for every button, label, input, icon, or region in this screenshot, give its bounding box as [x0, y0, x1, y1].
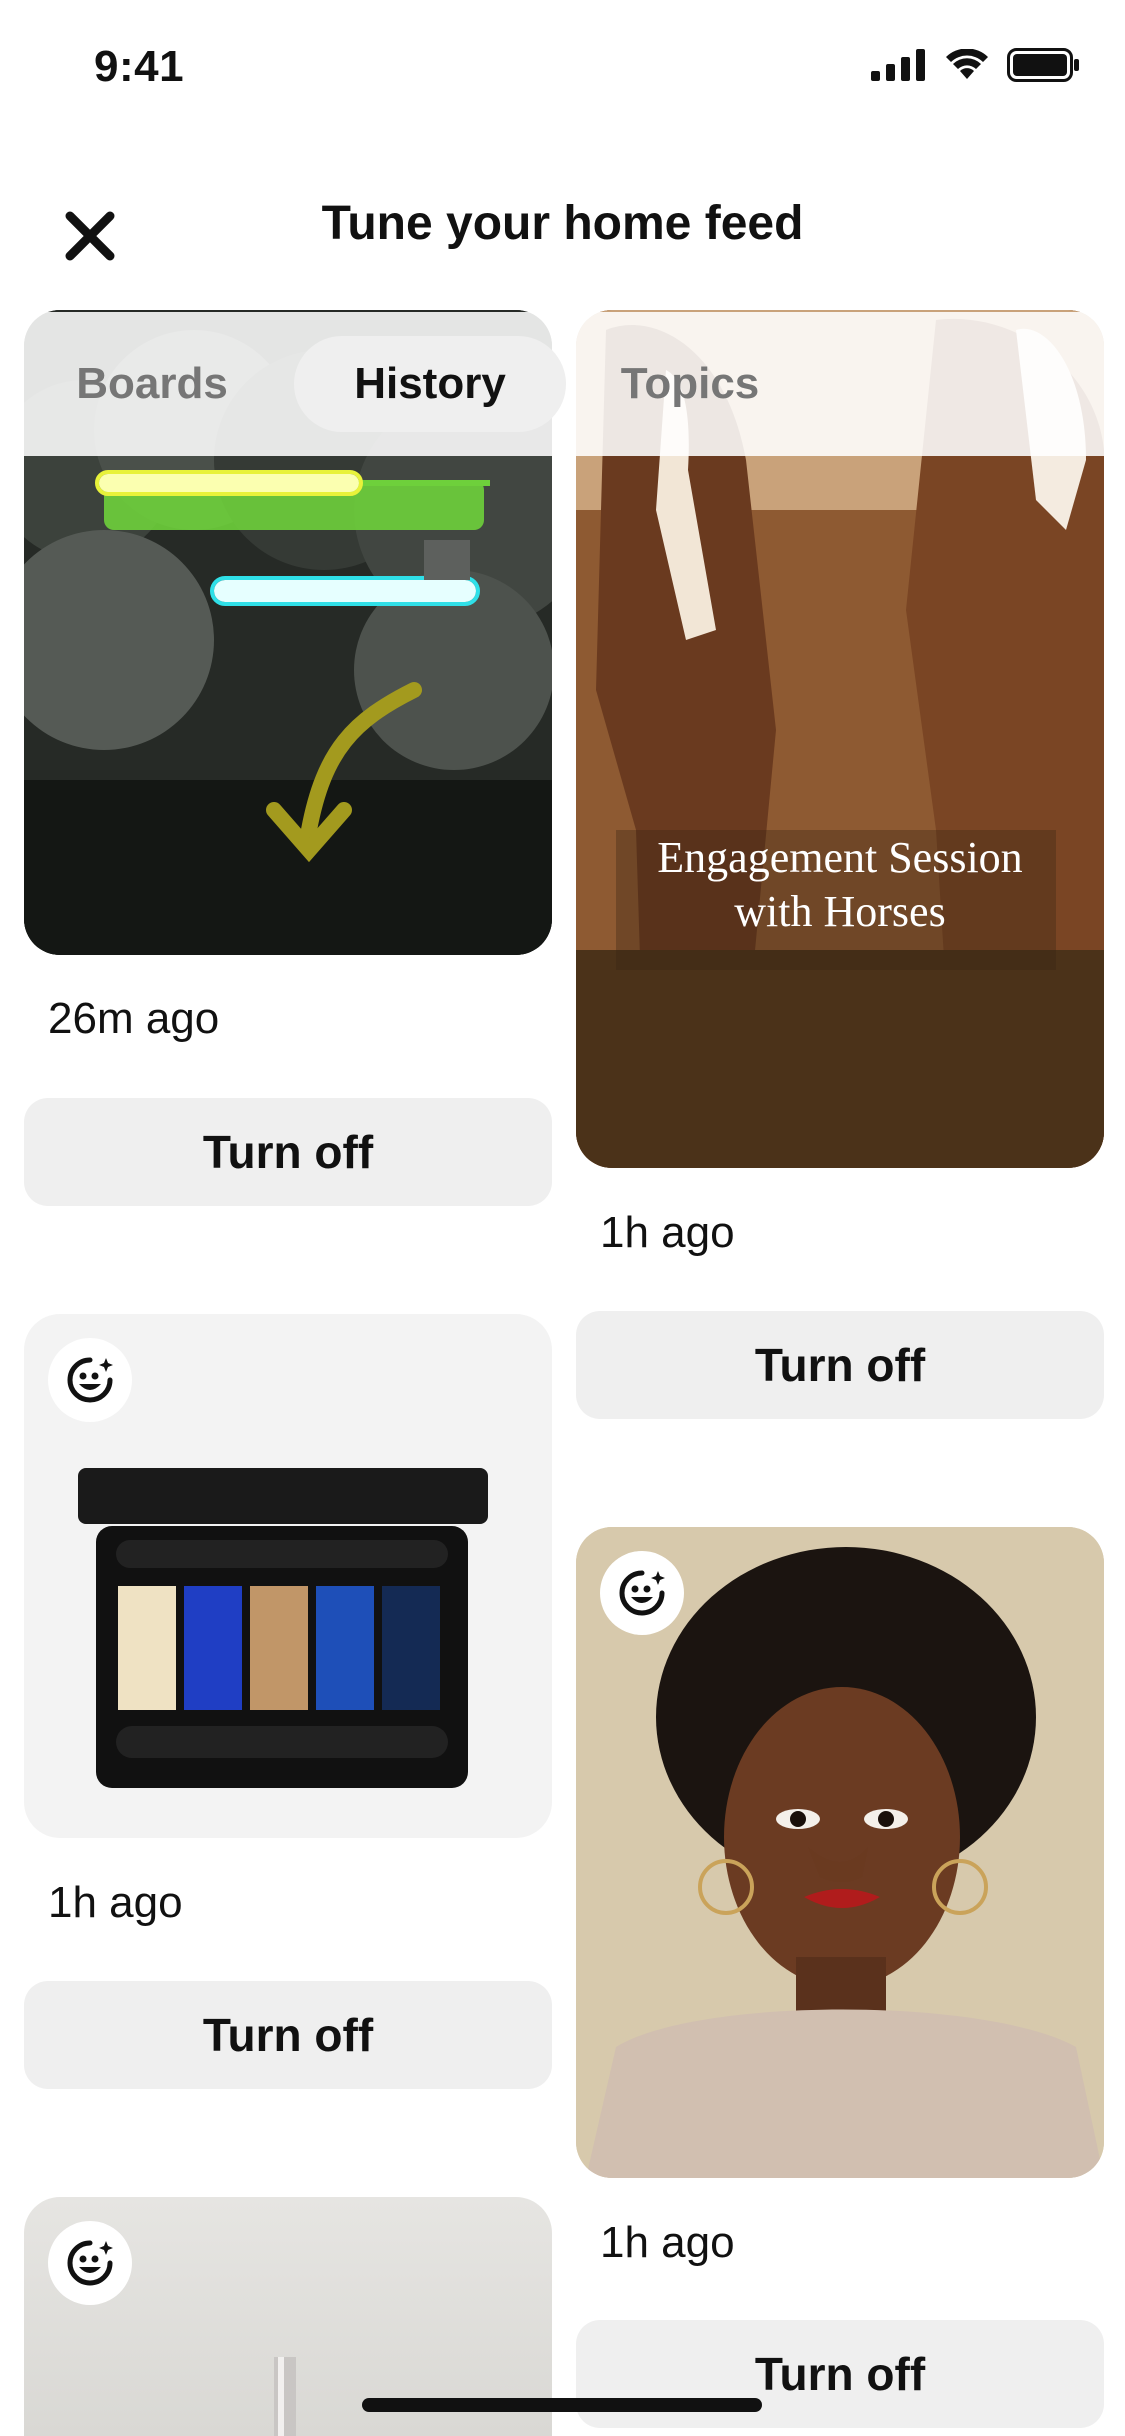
wifi-icon [946, 49, 988, 79]
turn-off-button[interactable]: Turn off [24, 1098, 552, 1206]
sparkle-face-icon [67, 1357, 113, 1403]
pin-overlay-line1: Engagement Session [657, 833, 1023, 882]
tab-boards[interactable]: Boards [46, 336, 258, 432]
pin-time: 26m ago [48, 994, 220, 1043]
pin-time: 1h ago [600, 2218, 735, 2267]
badge [48, 2221, 132, 2305]
sparkle-face-icon [619, 1570, 665, 1616]
turn-off-button[interactable]: Turn off [24, 1981, 552, 2089]
battery-icon [1007, 48, 1079, 82]
status-bar: 9:41 [0, 0, 1125, 140]
header: Tune your home feed [0, 140, 1125, 310]
pin-image-portrait[interactable] [576, 1527, 1104, 2178]
cellular-signal-icon [871, 49, 925, 81]
status-time: 9:41 [94, 42, 185, 91]
badge [600, 1551, 684, 1635]
tab-topics[interactable]: Topics [600, 336, 780, 432]
tab-history[interactable]: History [294, 336, 566, 432]
status-icons [871, 48, 1081, 82]
pin-overlay-line2: with Horses [734, 887, 946, 936]
pin-image-eyeshadow[interactable] [24, 1314, 552, 1838]
page-title: Tune your home feed [321, 197, 804, 250]
pin-time: 1h ago [48, 1878, 183, 1927]
turn-off-button[interactable]: Turn off [576, 1311, 1104, 1419]
home-indicator [362, 2398, 762, 2412]
sparkle-face-icon [67, 2240, 113, 2286]
badge [48, 1338, 132, 1422]
pin-time: 1h ago [600, 1208, 735, 1257]
tab-bar: Boards History Topics [0, 312, 1125, 456]
